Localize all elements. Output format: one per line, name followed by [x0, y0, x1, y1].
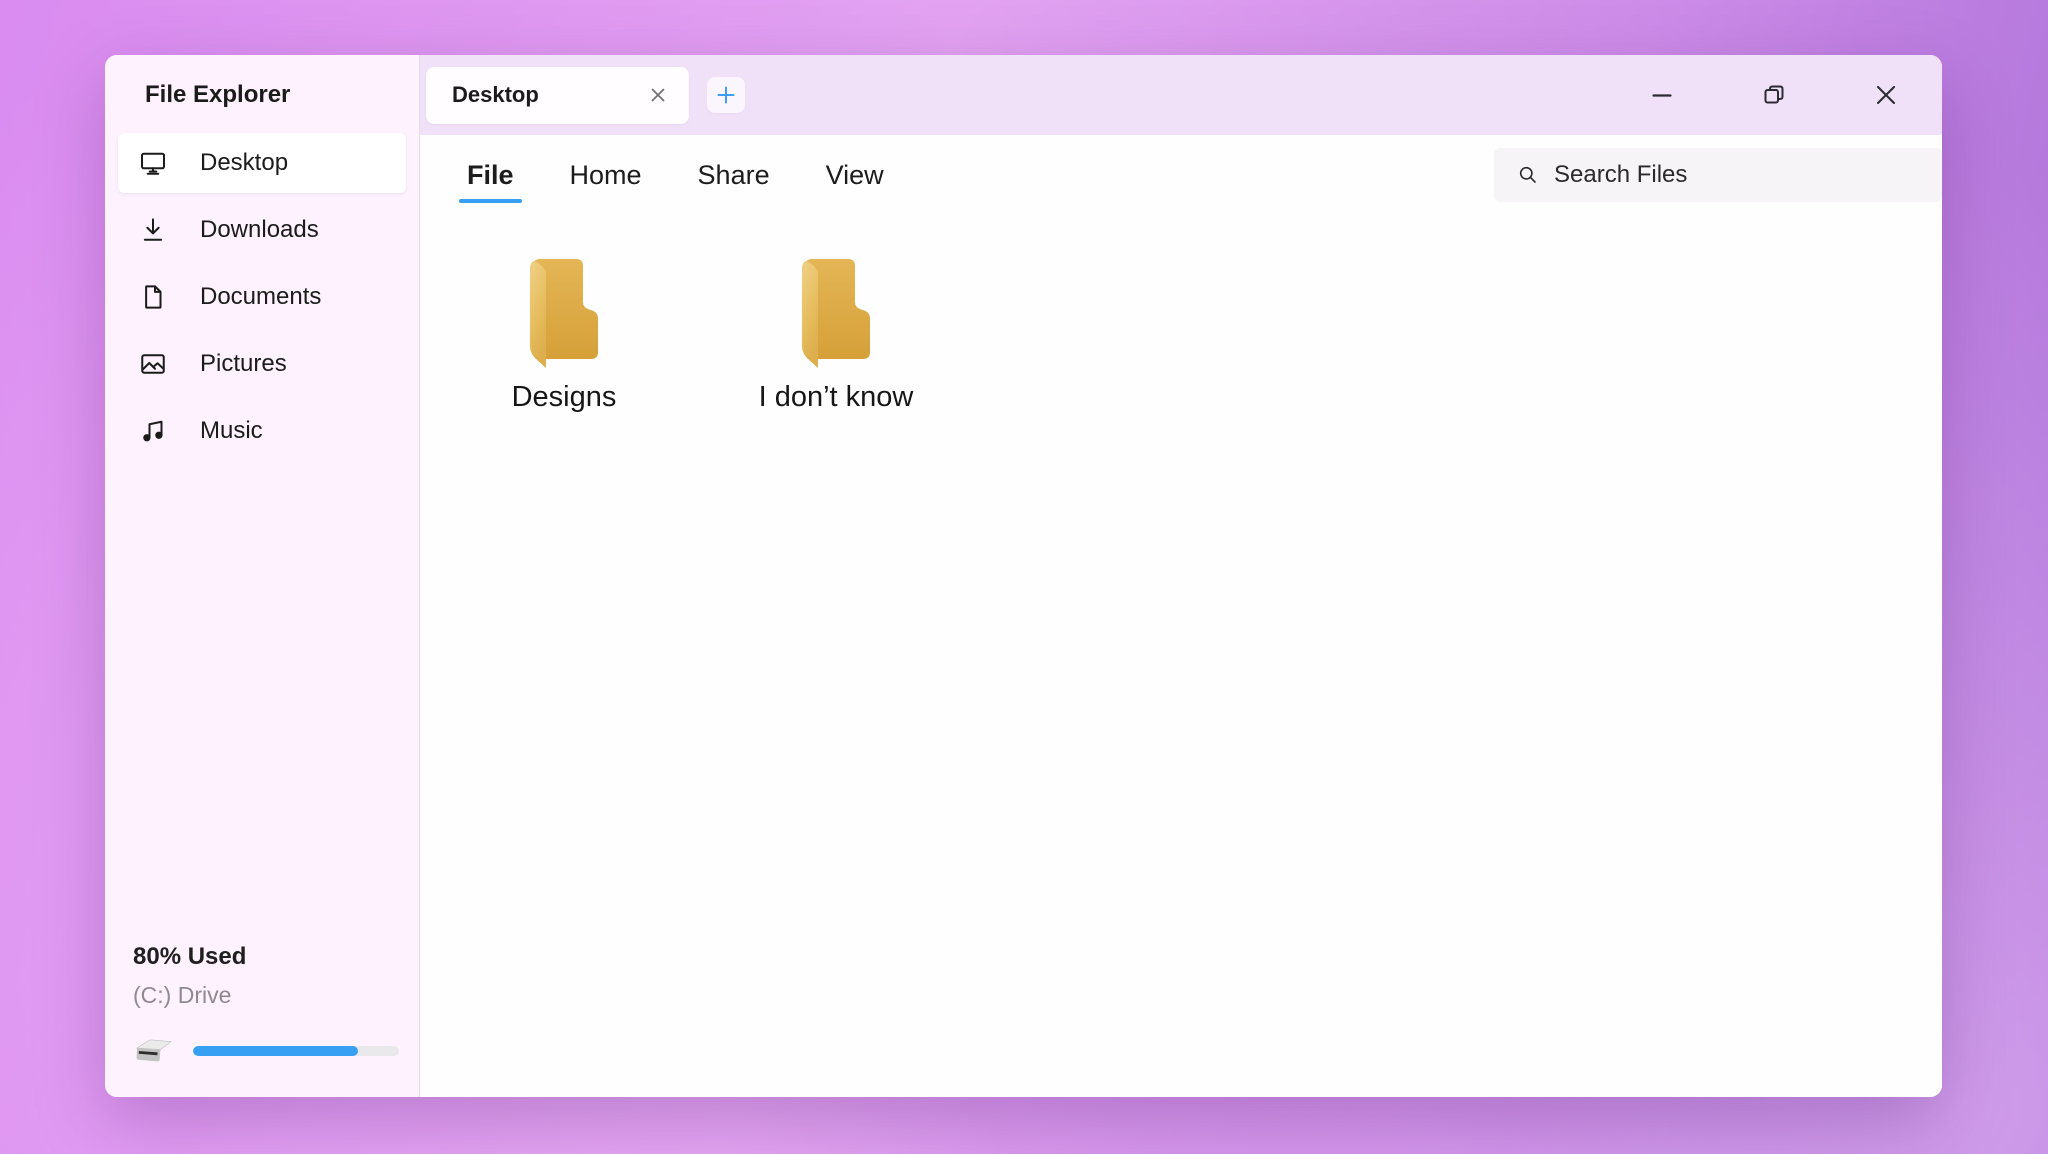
tab-bar: Desktop — [420, 55, 1942, 135]
search-placeholder: Search Files — [1554, 161, 1687, 189]
restore-button[interactable] — [1760, 81, 1788, 109]
new-tab-button[interactable] — [707, 77, 745, 113]
sidebar-item-label: Downloads — [200, 216, 319, 244]
sidebar-item-documents[interactable]: Documents — [118, 267, 406, 327]
sidebar-item-desktop[interactable]: Desktop — [118, 133, 406, 193]
app-title: File Explorer — [145, 81, 419, 109]
sidebar-item-music[interactable]: Music — [118, 401, 406, 461]
plus-icon — [714, 83, 738, 107]
downloads-icon — [138, 215, 168, 245]
folder-label: I don’t know — [759, 381, 914, 414]
menu-file[interactable]: File — [465, 154, 516, 197]
tab-label: Desktop — [452, 82, 539, 108]
sidebar-nav: Desktop Downloads Documents — [105, 133, 419, 468]
music-icon — [138, 416, 168, 446]
sidebar-item-label: Documents — [200, 283, 321, 311]
drive-usage-row — [133, 1035, 399, 1067]
close-icon — [1873, 82, 1899, 108]
drive-usage-progressbar — [193, 1046, 399, 1056]
drive-usage-label: 80% Used — [133, 943, 399, 971]
menu-view[interactable]: View — [824, 154, 886, 197]
search-input[interactable]: Search Files — [1494, 148, 1942, 202]
sidebar: File Explorer Desktop Downloads — [105, 55, 420, 1097]
hard-drive-icon — [129, 1035, 177, 1067]
sidebar-item-label: Pictures — [200, 350, 287, 378]
documents-icon — [138, 282, 168, 312]
menu-bar: File Home Share View Search Files — [420, 135, 1942, 215]
folder-i-dont-know[interactable]: I don’t know — [736, 257, 936, 414]
restore-icon — [1761, 82, 1787, 108]
close-button[interactable] — [1872, 81, 1900, 109]
drive-info: 80% Used (C:) Drive — [105, 943, 419, 1097]
file-explorer-window: File Explorer Desktop Downloads — [105, 55, 1942, 1097]
folder-label: Designs — [512, 381, 617, 414]
folder-designs[interactable]: Designs — [464, 257, 664, 414]
folder-icon — [523, 257, 605, 369]
folder-icon — [795, 257, 877, 369]
sidebar-item-pictures[interactable]: Pictures — [118, 334, 406, 394]
pictures-icon — [138, 349, 168, 379]
tab-desktop[interactable]: Desktop — [426, 67, 689, 124]
desktop-icon — [138, 148, 168, 178]
files-row: Designs — [420, 215, 1942, 414]
sidebar-item-label: Music — [200, 417, 263, 445]
tab-close-icon[interactable] — [645, 82, 671, 108]
window-controls — [1648, 81, 1942, 109]
minimize-button[interactable] — [1648, 81, 1676, 109]
main-panel: Desktop — [420, 55, 1942, 1097]
menu-home[interactable]: Home — [568, 154, 644, 197]
minimize-icon — [1649, 82, 1675, 108]
file-list-area: Designs — [420, 215, 1942, 1097]
sidebar-item-label: Desktop — [200, 149, 288, 177]
search-icon — [1516, 163, 1540, 187]
sidebar-item-downloads[interactable]: Downloads — [118, 200, 406, 260]
menu-share[interactable]: Share — [696, 154, 772, 197]
drive-name-label: (C:) Drive — [133, 982, 399, 1009]
drive-usage-progress-fill — [193, 1046, 358, 1056]
